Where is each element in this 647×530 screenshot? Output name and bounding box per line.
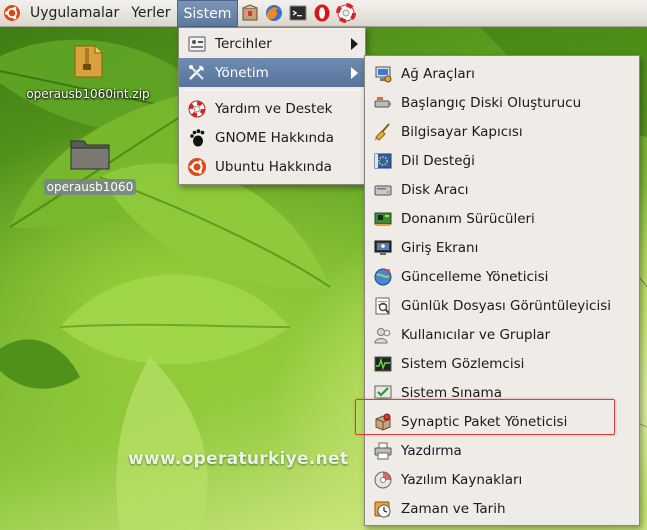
menu-item-label: Donanım Sürücüleri	[401, 210, 535, 227]
menu-item-label: Ağ Araçları	[401, 65, 475, 82]
menu-item-preferences[interactable]: Tercihler	[179, 29, 365, 58]
menu-item-about-ubuntu[interactable]: Ubuntu Hakkında	[179, 152, 365, 181]
disk-icon	[372, 179, 394, 201]
menu-item-label: Güncelleme Yöneticisi	[401, 268, 549, 285]
menu-item-about-gnome[interactable]: GNOME Hakkında	[179, 123, 365, 152]
desktop-icon-zip[interactable]: operausb1060int.zip	[18, 40, 158, 102]
hardware-card-icon	[372, 208, 394, 230]
menu-item-update-manager[interactable]: Güncelleme Yöneticisi	[365, 262, 639, 291]
log-viewer-icon	[372, 295, 394, 317]
menu-item-log-file-viewer[interactable]: Günlük Dosyası Görüntüleyicisi	[365, 291, 639, 320]
firefox-icon[interactable]	[263, 2, 285, 24]
annotation-highlight-box	[355, 399, 615, 435]
ubuntu-logo-icon	[0, 0, 24, 27]
menu-item-label: Bilgisayar Kapıcısı	[401, 123, 523, 140]
menu-item-help[interactable]: Yardım ve Destek	[179, 94, 365, 123]
package-launcher-icon[interactable]	[239, 2, 261, 24]
menu-item-label: Yazdırma	[401, 442, 462, 459]
menu-item-computer-janitor[interactable]: Bilgisayar Kapıcısı	[365, 117, 639, 146]
menu-item-label: Sistem Gözlemcisi	[401, 355, 525, 372]
top-panel: Uygulamalar Yerler Sistem	[0, 0, 647, 27]
menu-item-login-screen[interactable]: Giriş Ekranı	[365, 233, 639, 262]
menu-item-label: Disk Aracı	[401, 181, 469, 198]
menu-item-users-and-groups[interactable]: Kullanıcılar ve Gruplar	[365, 320, 639, 349]
menu-item-label: Yönetim	[215, 64, 269, 81]
usb-disk-icon	[372, 92, 394, 114]
menu-item-label: GNOME Hakkında	[215, 129, 334, 146]
submenu-arrow-icon	[351, 38, 358, 50]
menu-item-label: Ubuntu Hakkında	[215, 158, 332, 175]
menu-item-label: Kullanıcılar ve Gruplar	[401, 326, 551, 343]
menu-item-administration[interactable]: Yönetim	[179, 58, 365, 87]
desktop-icon-label: operausb1060int.zip	[26, 87, 150, 101]
menu-separator	[181, 90, 363, 91]
menu-item-label: Yazılım Kaynakları	[401, 471, 523, 488]
users-icon	[372, 324, 394, 346]
login-screen-icon	[372, 237, 394, 259]
menu-item-hardware-drivers[interactable]: Donanım Sürücüleri	[365, 204, 639, 233]
menu-item-printing[interactable]: Yazdırma	[365, 436, 639, 465]
software-sources-icon	[372, 469, 394, 491]
language-flag-icon	[372, 150, 394, 172]
menu-item-language-support[interactable]: Dil Desteği	[365, 146, 639, 175]
clock-icon	[372, 498, 394, 520]
desktop-icon-label: operausb1060	[43, 179, 137, 195]
gnome-foot-icon	[186, 127, 208, 149]
desktop-icon-folder[interactable]: operausb1060	[20, 135, 160, 195]
menu-item-disk-utility[interactable]: Disk Aracı	[365, 175, 639, 204]
submenu-arrow-icon	[351, 67, 358, 79]
archive-icon	[74, 45, 103, 78]
ubuntu-logo-icon	[186, 156, 208, 178]
menu-item-startup-disk-creator[interactable]: Başlangıç Diski Oluşturucu	[365, 88, 639, 117]
system-monitor-icon	[372, 353, 394, 375]
tools-icon	[186, 62, 208, 84]
menu-item-label: Yardım ve Destek	[215, 100, 333, 117]
broom-icon	[372, 121, 394, 143]
menu-item-time-and-date[interactable]: Zaman ve Tarih	[365, 494, 639, 523]
menu-item-label: Tercihler	[215, 35, 272, 52]
menu-item-network-tools[interactable]: Ağ Araçları	[365, 59, 639, 88]
printer-icon	[372, 440, 394, 462]
menu-applications[interactable]: Uygulamalar	[24, 0, 125, 27]
system-menu: Tercihler Yönetim Yardım ve Destek GNOME…	[178, 27, 366, 185]
administration-submenu: Ağ Araçları Başlangıç Diski Oluşturucu B…	[364, 55, 640, 526]
watermark-text: www.operaturkiye.net	[128, 449, 349, 469]
help-lifebuoy-icon	[186, 98, 208, 120]
menu-item-software-sources[interactable]: Yazılım Kaynakları	[365, 465, 639, 494]
menu-item-label: Giriş Ekranı	[401, 239, 479, 256]
menu-item-label: Başlangıç Diski Oluşturucu	[401, 94, 582, 111]
menu-item-label: Zaman ve Tarih	[401, 500, 506, 517]
folder-icon	[70, 140, 110, 170]
update-globe-icon	[372, 266, 394, 288]
help-lifebuoy-icon[interactable]	[335, 2, 357, 24]
menu-item-system-monitor[interactable]: Sistem Gözlemcisi	[365, 349, 639, 378]
menu-system[interactable]: Sistem	[176, 0, 239, 27]
menu-places[interactable]: Yerler	[125, 0, 176, 27]
preferences-icon	[186, 33, 208, 55]
terminal-icon[interactable]	[287, 2, 309, 24]
menu-item-label: Dil Desteği	[401, 152, 475, 169]
opera-icon[interactable]	[311, 2, 333, 24]
network-tools-icon	[372, 63, 394, 85]
menu-item-label: Günlük Dosyası Görüntüleyicisi	[401, 297, 612, 314]
